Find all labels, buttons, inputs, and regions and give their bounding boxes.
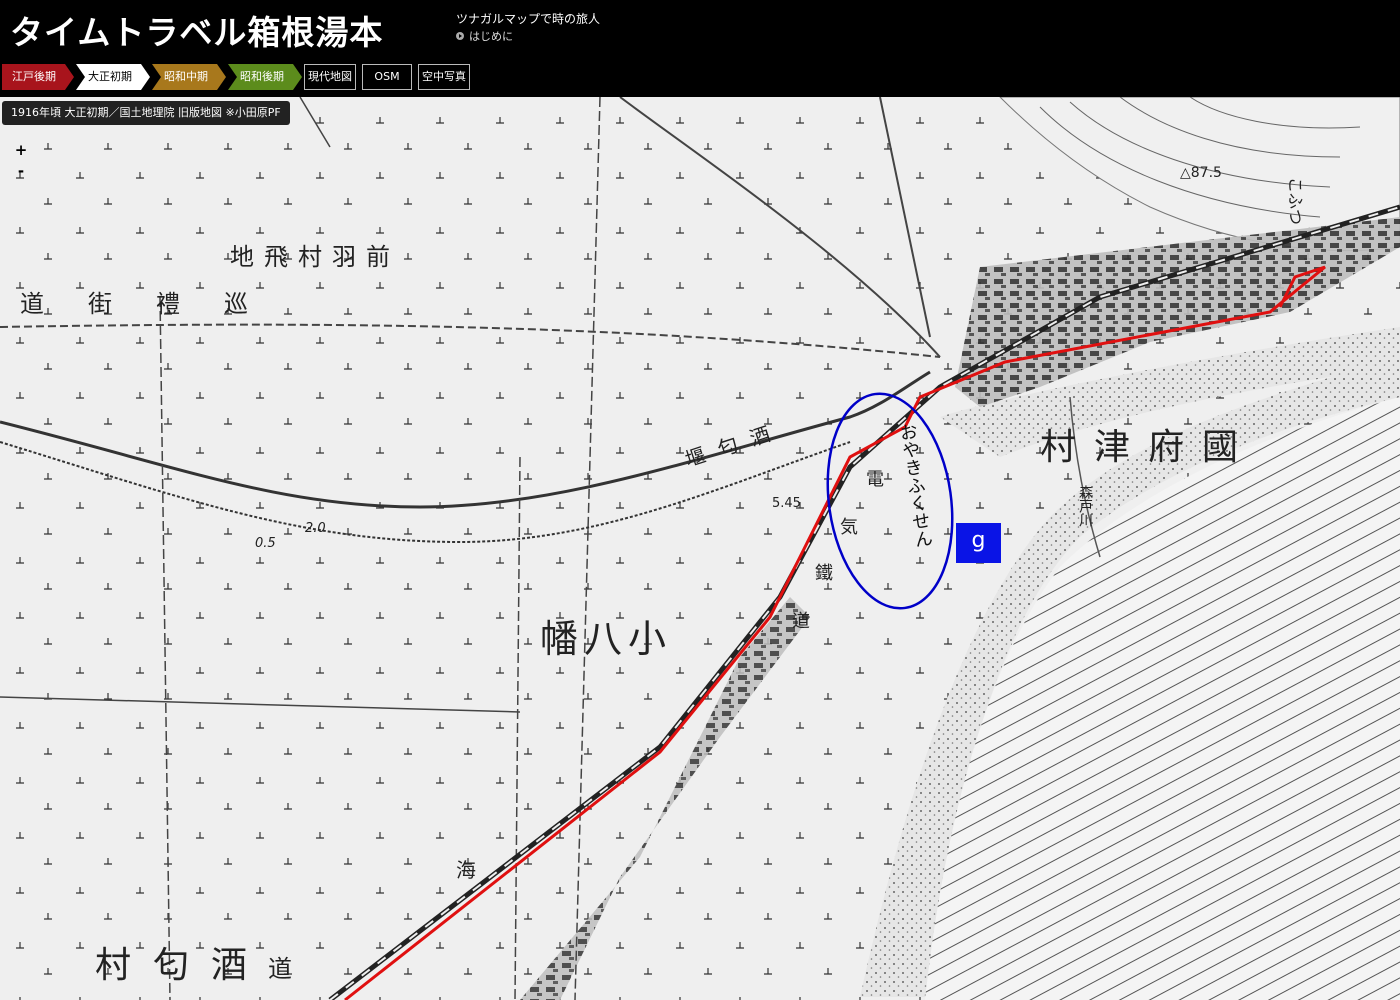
map-attribution-badge: 1916年頃 大正初期／国土地理院 旧版地図 ※小田原PF <box>2 101 290 125</box>
label-maebane-village: 地飛村羽前 <box>230 243 400 271</box>
label-elev-875: △87.5 <box>1180 165 1222 181</box>
label-sakawa-village: 村匂酒 <box>95 945 269 986</box>
label-railway-ki: 気 <box>840 517 858 538</box>
era-tabs: 江戸後期 大正初期 昭和中期 昭和後期 <box>2 64 304 90</box>
intro-link[interactable]: はじめに <box>456 28 513 44</box>
zoom-in-button[interactable]: + <box>12 141 30 159</box>
label-sakawa-road: 道 <box>268 955 292 983</box>
aerial-photo-button[interactable]: 空中写真 <box>418 64 470 90</box>
site-subtitle: ツナガルマップで時の旅人 <box>456 12 601 26</box>
zoom-out-button[interactable]: - <box>12 162 30 180</box>
modern-map-button[interactable]: 現代地図 <box>304 64 356 90</box>
header-bar: タイムトラベル箱根湯本 ツナガルマップで時の旅人 はじめに 江戸後期 大正初期 … <box>0 0 1400 97</box>
intro-link-label: はじめに <box>469 30 513 43</box>
label-umi: 海 <box>456 858 476 882</box>
label-contour-20: 2.0 <box>305 521 326 536</box>
label-elev-545: 5.45 <box>772 496 801 511</box>
label-contour-05: 0.5 <box>255 536 276 551</box>
map-canvas[interactable]: 道街禮巡 地飛村羽前 村津府國 幡八小 村匂酒 堰匂酒 こふつ △87.5 5.… <box>0 97 1400 1000</box>
label-road-junrei: 道街禮巡 <box>20 290 292 318</box>
play-circle-icon <box>456 32 464 40</box>
label-kozu-village: 村津府國 <box>1040 427 1256 468</box>
label-railway-tetsu: 鐵 <box>815 563 833 584</box>
era-tab-showa-mid[interactable]: 昭和中期 <box>152 64 226 90</box>
historic-map-image: 道街禮巡 地飛村羽前 村津府國 幡八小 村匂酒 堰匂酒 こふつ △87.5 5.… <box>0 97 1400 1000</box>
label-koyawata: 幡八小 <box>540 617 672 661</box>
osm-button[interactable]: OSM <box>362 64 412 90</box>
label-morito-river: 森戸川 <box>1077 485 1093 527</box>
label-railway-den: 電 <box>866 469 884 490</box>
app-window: タイムトラベル箱根湯本 ツナガルマップで時の旅人 はじめに 江戸後期 大正初期 … <box>0 0 1400 1000</box>
map-marker-g[interactable]: g <box>956 523 1001 563</box>
era-tab-edo-late[interactable]: 江戸後期 <box>2 64 74 90</box>
era-tab-showa-late[interactable]: 昭和後期 <box>228 64 302 90</box>
era-tab-taisho-early[interactable]: 大正初期 <box>76 64 150 90</box>
label-railway-do: 道 <box>792 611 810 632</box>
site-title[interactable]: タイムトラベル箱根湯本 <box>10 6 383 54</box>
label-kofu: こふつ <box>1286 177 1305 225</box>
